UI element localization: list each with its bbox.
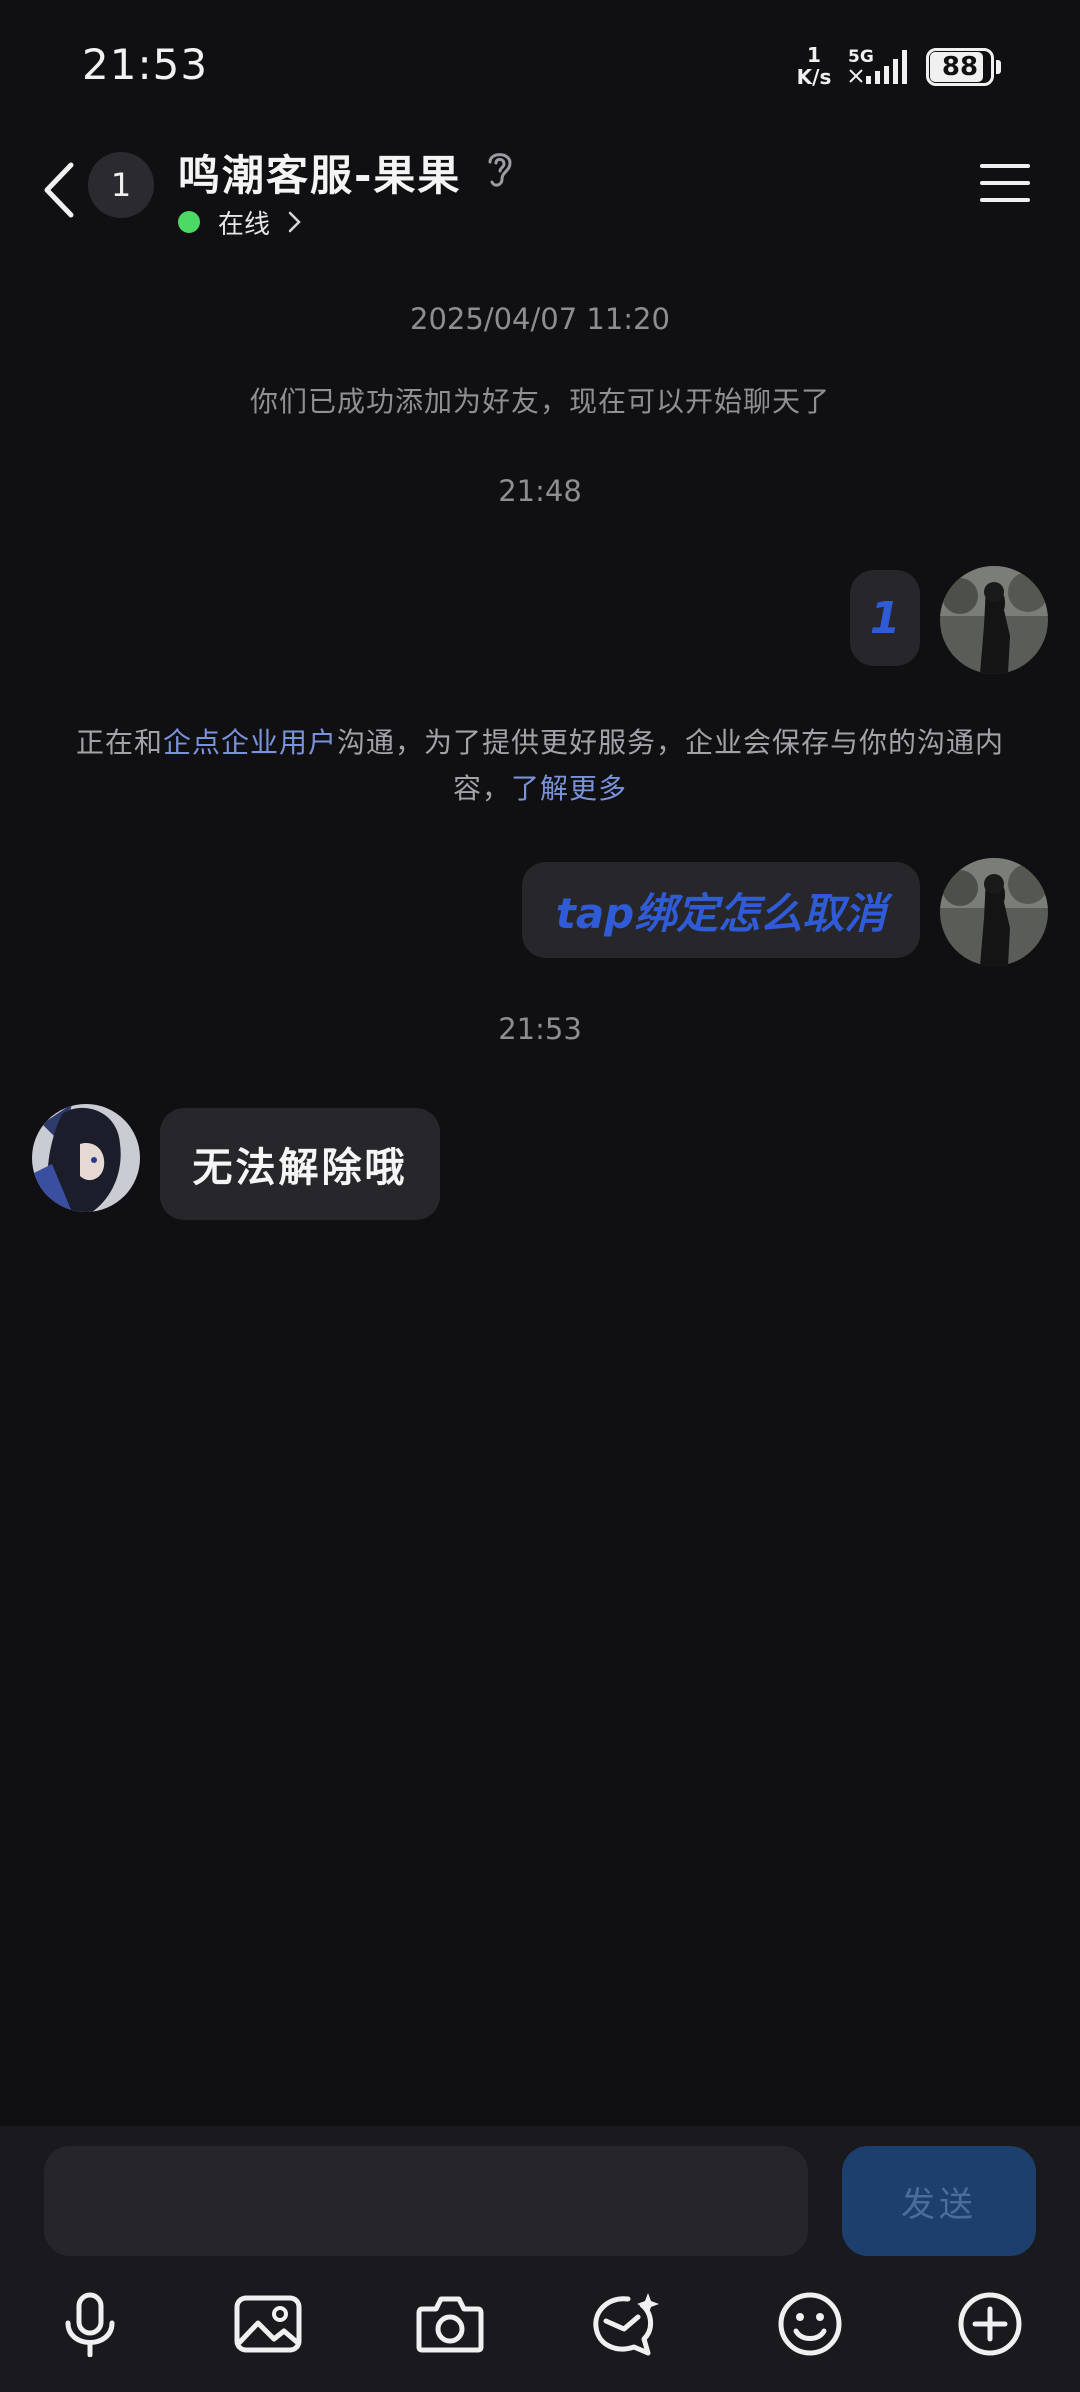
time-stamp: 21:48 <box>498 474 582 508</box>
learn-more-link[interactable]: 了解更多 <box>511 772 627 805</box>
emoji-icon[interactable] <box>774 2288 846 2360</box>
input-area: 发送 <box>0 2126 1080 2392</box>
avatar-image <box>32 1104 140 1212</box>
enterprise-notice-prefix: 正在和 <box>75 726 163 759</box>
ear-icon[interactable] <box>480 146 520 190</box>
chat-screen: 21:53 1 K/s 5G 88 1 鸣潮客服-果果 在线 2025/04/0… <box>0 0 1080 2392</box>
message-text: tap绑定怎么取消 <box>555 888 887 938</box>
battery-icon: 88 <box>926 48 1002 86</box>
message-text: 无法解除哦 <box>192 1145 408 1191</box>
online-status-label: 在线 <box>218 209 271 240</box>
avatar-image <box>940 566 1048 674</box>
message-input[interactable] <box>44 2146 808 2256</box>
network-speed-unit: K/s <box>796 65 832 89</box>
friend-added-notice: 你们已成功添加为好友，现在可以开始聊天了 <box>249 385 830 418</box>
avatar-image <box>940 858 1048 966</box>
signal-5g-icon: 5G <box>848 47 907 84</box>
sticker-glyph <box>593 2293 659 2356</box>
my-avatar[interactable] <box>940 566 1048 674</box>
message-text: 1 <box>869 592 901 644</box>
camera-glyph <box>416 2296 484 2353</box>
incoming-message-bubble[interactable]: 无法解除哦 <box>160 1108 440 1220</box>
back-button[interactable] <box>28 150 88 230</box>
date-stamp: 2025/04/07 11:20 <box>410 302 670 336</box>
status-time: 21:53 <box>82 40 209 89</box>
online-status[interactable]: 在线 <box>178 202 304 242</box>
emoji-glyph <box>778 2292 842 2356</box>
network-speed: 1 K/s <box>794 44 834 88</box>
microphone-glyph <box>65 2292 115 2357</box>
battery-tip <box>996 60 1001 74</box>
outgoing-message-bubble[interactable]: 1 <box>850 570 920 666</box>
plus-glyph <box>958 2292 1022 2356</box>
chat-header: 1 鸣潮客服-果果 在线 <box>0 130 1080 250</box>
agent-avatar[interactable] <box>32 1104 140 1212</box>
network-speed-value: 1 <box>807 43 821 67</box>
enterprise-name-link[interactable]: 企点企业用户 <box>163 726 337 759</box>
time-stamp: 21:53 <box>498 1012 582 1046</box>
online-dot <box>178 211 200 233</box>
chevron-left-icon <box>44 162 74 218</box>
enterprise-notice-body: 沟通，为了提供更好服务，企业会保存与你的沟通内容， <box>337 726 1005 805</box>
microphone-icon[interactable] <box>54 2288 126 2360</box>
battery-level: 88 <box>941 52 979 82</box>
image-icon[interactable] <box>232 2288 304 2360</box>
camera-icon[interactable] <box>414 2288 486 2360</box>
unread-count-badge[interactable]: 1 <box>88 152 154 218</box>
sticker-sparkle-icon[interactable] <box>590 2288 662 2360</box>
chevron-right-icon <box>288 211 301 233</box>
my-avatar[interactable] <box>940 858 1048 966</box>
image-glyph <box>234 2295 302 2353</box>
chat-title[interactable]: 鸣潮客服-果果 <box>178 142 461 203</box>
status-bar: 21:53 1 K/s 5G 88 <box>0 0 1080 130</box>
network-type-label: 5G <box>848 47 874 67</box>
input-toolbar <box>0 2288 1080 2368</box>
send-button[interactable]: 发送 <box>842 2146 1036 2256</box>
enterprise-notice: 正在和企点企业用户沟通，为了提供更好服务，企业会保存与你的沟通内容，了解更多 <box>60 720 1020 812</box>
menu-icon[interactable] <box>978 160 1032 206</box>
plus-icon[interactable] <box>954 2288 1026 2360</box>
outgoing-message-bubble[interactable]: tap绑定怎么取消 <box>522 862 920 958</box>
